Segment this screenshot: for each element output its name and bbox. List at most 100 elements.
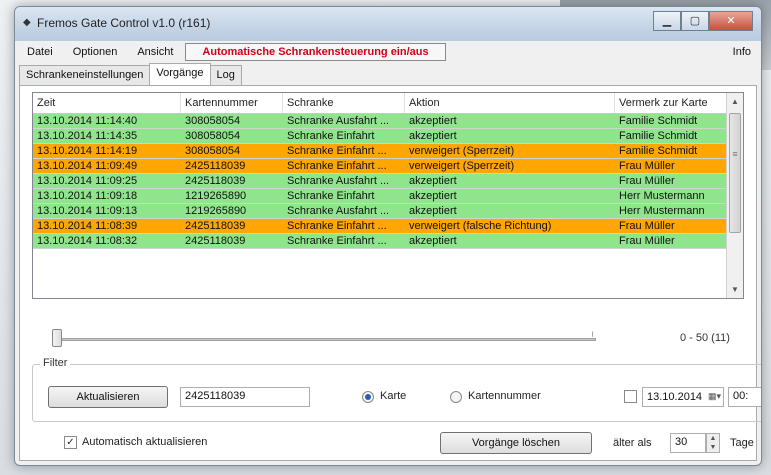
- table-row[interactable]: 13.10.2014 11:09:18 1219265890 Schranke Ei…: [33, 189, 743, 204]
- table-cell: 13.10.2014 11:09:18: [37, 190, 138, 202]
- table-row[interactable]: 13.10.2014 11:09:25 2425118039 Schranke Au…: [33, 174, 743, 189]
- column-header-zeit[interactable]: Zeit: [33, 93, 181, 113]
- table-cell: 308058054: [185, 130, 241, 142]
- tab-strip: Schrankeneinstellungen Vorgänge Log: [19, 63, 242, 85]
- table-cell: 13.10.2014 11:14:35: [37, 130, 138, 142]
- table-cell: akzeptiert: [409, 190, 457, 202]
- tab-log[interactable]: Log: [209, 65, 242, 85]
- column-header-aktion[interactable]: Aktion: [405, 93, 615, 113]
- table-cell: verweigert (Sperrzeit): [409, 160, 515, 172]
- menu-datei[interactable]: Datei: [15, 46, 61, 58]
- table-cell: Familie Schmidt: [619, 130, 698, 142]
- menu-ansicht[interactable]: Ansicht: [125, 46, 181, 58]
- table-cell: Schranke Ausfahrt ...: [287, 175, 390, 187]
- table-cell: akzeptiert: [409, 205, 457, 217]
- older-than-label: älter als: [613, 437, 652, 449]
- menu-info[interactable]: Info: [721, 46, 761, 58]
- tab-panel: Zeit Kartennummer Schranke Aktion Vermer…: [19, 85, 761, 461]
- app-icon: ◆: [23, 17, 31, 28]
- table-cell: Schranke Einfahrt ...: [287, 235, 387, 247]
- calendar-dropdown-icon[interactable]: ▦▾: [708, 391, 721, 402]
- close-icon[interactable]: ✕: [709, 11, 753, 31]
- filter-legend: Filter: [40, 357, 71, 369]
- events-table: Zeit Kartennummer Schranke Aktion Vermer…: [32, 92, 744, 299]
- table-cell: Schranke Einfahrt ...: [287, 160, 387, 172]
- table-header: Zeit Kartennummer Schranke Aktion Vermer…: [33, 93, 743, 114]
- table-cell: 13.10.2014 11:08:32: [37, 235, 138, 247]
- search-input[interactable]: 2425118039: [180, 387, 310, 407]
- table-row[interactable]: 13.10.2014 11:14:19 308058054 Schranke Ein…: [33, 144, 743, 159]
- auto-barrier-toggle-menu[interactable]: Automatische Schrankensteuerung ein/aus: [185, 43, 446, 61]
- table-row[interactable]: 13.10.2014 11:08:39 2425118039 Schranke Ei…: [33, 219, 743, 234]
- table-cell: 2425118039: [185, 220, 246, 232]
- minimize-icon[interactable]: ▁: [653, 11, 681, 31]
- table-cell: 13.10.2014 11:14:40: [37, 115, 138, 127]
- radio-kartennummer-label: Kartennummer: [468, 390, 541, 402]
- table-row[interactable]: 13.10.2014 11:09:49 2425118039 Schranke Ei…: [33, 159, 743, 174]
- table-cell: 2425118039: [185, 175, 246, 187]
- table-row[interactable]: 13.10.2014 11:09:13 1219265890 Schranke Au…: [33, 204, 743, 219]
- table-cell: 2425118039: [185, 160, 246, 172]
- range-slider-track[interactable]: [56, 338, 596, 341]
- table-cell: akzeptiert: [409, 175, 457, 187]
- table-cell: 308058054: [185, 145, 241, 157]
- table-cell: 1219265890: [185, 190, 247, 202]
- scroll-thumb[interactable]: [729, 113, 741, 233]
- range-count: 0 - 50 (11): [680, 332, 730, 344]
- table-cell: Herr Mustermann: [619, 205, 705, 217]
- table-cell: Frau Müller: [619, 235, 675, 247]
- table-cell: akzeptiert: [409, 130, 457, 142]
- days-spinner-icon[interactable]: ▲ ▼: [706, 433, 720, 453]
- radio-karte[interactable]: [362, 391, 374, 403]
- menu-bar: Datei Optionen Ansicht Automatische Schr…: [15, 41, 761, 63]
- table-scrollbar[interactable]: ▲ ≡ ▼: [726, 93, 743, 298]
- radio-kartennummer[interactable]: [450, 391, 462, 403]
- date-filter-checkbox[interactable]: [624, 390, 637, 403]
- table-cell: Herr Mustermann: [619, 190, 705, 202]
- column-header-schranke[interactable]: Schranke: [283, 93, 405, 113]
- radio-karte-label: Karte: [380, 390, 407, 402]
- date-value: 13.10.2014: [647, 391, 703, 403]
- table-row[interactable]: 13.10.2014 11:08:32 2425118039 Schranke Ei…: [33, 234, 743, 249]
- table-cell: Familie Schmidt: [619, 145, 698, 157]
- table-cell: verweigert (falsche Richtung): [409, 220, 552, 232]
- scroll-up-icon[interactable]: ▲: [727, 93, 743, 110]
- table-cell: Frau Müller: [619, 220, 675, 232]
- table-cell: Schranke Ausfahrt ...: [287, 205, 390, 217]
- table-cell: 13.10.2014 11:08:39: [37, 220, 138, 232]
- table-cell: Familie Schmidt: [619, 115, 698, 127]
- auto-refresh-checkbox[interactable]: ✓: [64, 436, 77, 449]
- tab-vorgaenge[interactable]: Vorgänge: [149, 63, 211, 85]
- table-cell: 13.10.2014 11:14:19: [37, 145, 138, 157]
- table-cell: Frau Müller: [619, 160, 675, 172]
- tab-schrankeneinstellungen[interactable]: Schrankeneinstellungen: [19, 65, 151, 85]
- menu-optionen[interactable]: Optionen: [61, 46, 126, 58]
- table-cell: 13.10.2014 11:09:25: [37, 175, 138, 187]
- table-cell: 13.10.2014 11:09:13: [37, 205, 138, 217]
- column-header-kartennummer[interactable]: Kartennummer: [181, 93, 283, 113]
- table-body: 13.10.2014 11:14:40 308058054 Schranke Aus…: [33, 114, 743, 249]
- table-cell: 1219265890: [185, 205, 247, 217]
- delete-events-button[interactable]: Vorgänge löschen: [440, 432, 592, 454]
- refresh-button[interactable]: Aktualisieren: [48, 386, 168, 408]
- scroll-down-icon[interactable]: ▼: [727, 281, 743, 298]
- days-input[interactable]: 30: [670, 433, 706, 453]
- table-cell: 2425118039: [185, 235, 246, 247]
- table-row[interactable]: 13.10.2014 11:14:35 308058054 Schranke Ein…: [33, 129, 743, 144]
- scroll-grip-icon: ≡: [732, 149, 738, 159]
- title-bar[interactable]: ◆ Fremos Gate Control v1.0 (r161) ▁ ▢ ✕: [15, 7, 761, 41]
- auto-refresh-label: Automatisch aktualisieren: [82, 436, 208, 448]
- date-picker[interactable]: 13.10.2014 ▦▾: [642, 387, 724, 407]
- maximize-icon[interactable]: ▢: [681, 11, 709, 31]
- table-cell: 308058054: [185, 115, 241, 127]
- time-input[interactable]: 00:: [728, 387, 761, 407]
- table-cell: Schranke Einfahrt ...: [287, 220, 387, 232]
- window-controls: ▁ ▢ ✕: [653, 11, 753, 31]
- range-slider-thumb[interactable]: [52, 329, 62, 347]
- column-header-vermerk[interactable]: Vermerk zur Karte: [615, 93, 727, 113]
- slider-tick-mark: ╵: [590, 332, 596, 342]
- window-title: Fremos Gate Control v1.0 (r161): [37, 16, 211, 30]
- table-row[interactable]: 13.10.2014 11:14:40 308058054 Schranke Aus…: [33, 114, 743, 129]
- table-cell: akzeptiert: [409, 115, 457, 127]
- table-cell: Frau Müller: [619, 175, 675, 187]
